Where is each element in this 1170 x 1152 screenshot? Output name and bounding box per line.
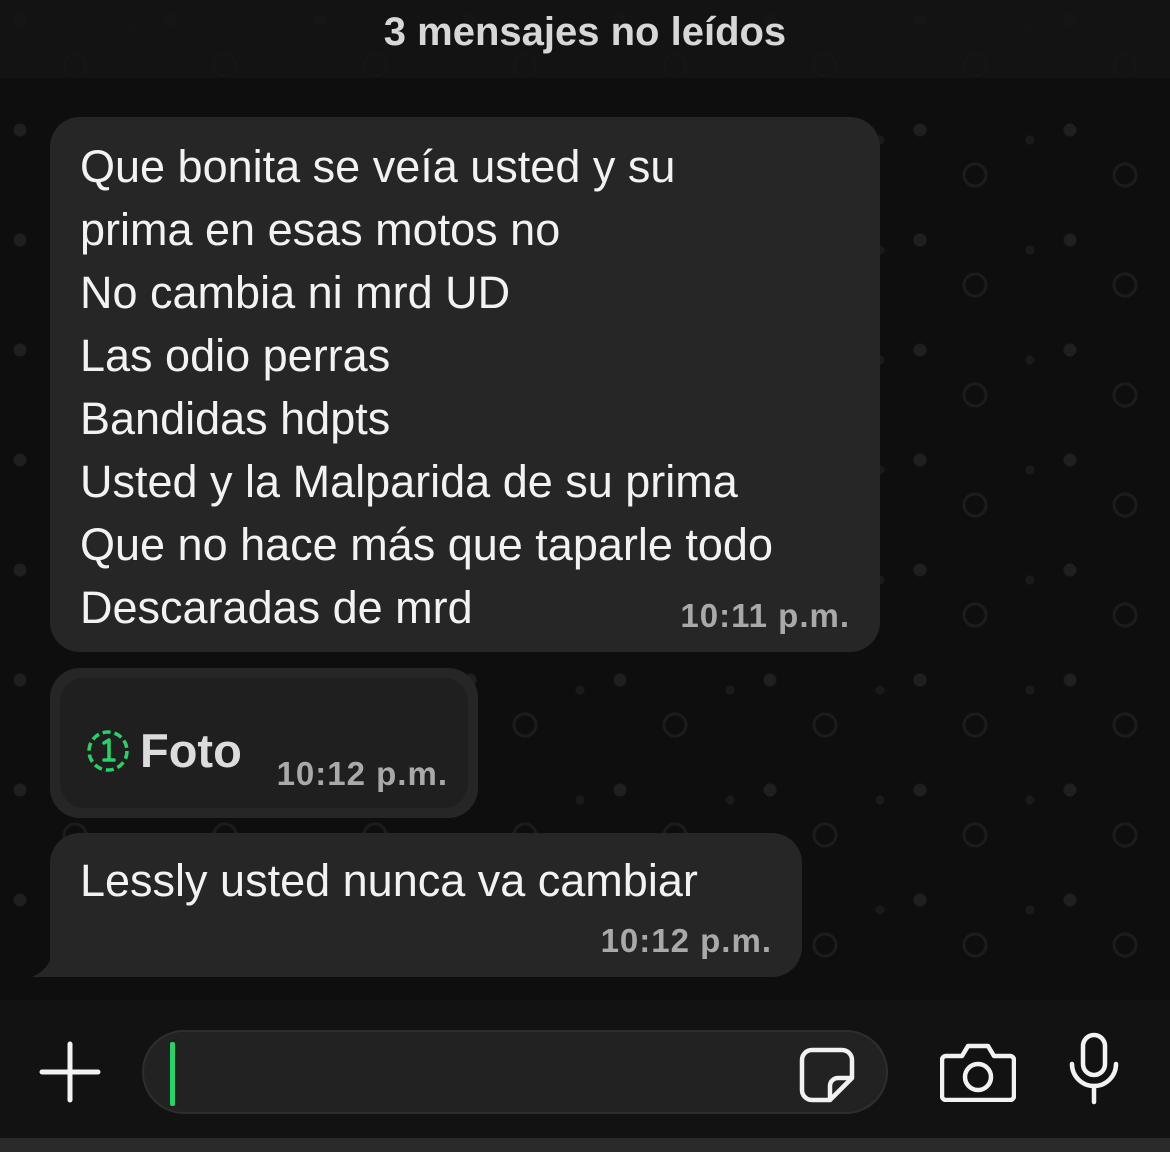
chat-area: 3 mensajes no leídos Que bonita se veía …	[0, 0, 1170, 1000]
message-time: 10:11 p.m.	[680, 597, 850, 634]
plus-icon[interactable]	[38, 1040, 102, 1104]
photo-label: Foto	[140, 724, 242, 777]
message-text: Que bonita se veía usted y su prima en e…	[80, 141, 773, 633]
message-time: 10:12 p.m.	[600, 922, 772, 959]
message-bubble[interactable]: Que bonita se veía usted y su prima en e…	[50, 117, 880, 652]
sticker-icon[interactable]	[798, 1046, 856, 1104]
message-time: 10:12 p.m.	[276, 755, 448, 792]
view-once-photo-frame[interactable]: Foto 10:12 p.m.	[60, 678, 468, 808]
message-bubble[interactable]: Lessly usted nunca va cambiar 10:12 p.m.	[50, 833, 802, 977]
unread-messages-banner: 3 mensajes no leídos	[0, 0, 1170, 78]
message-text: Lessly usted nunca va cambiar	[80, 855, 698, 906]
message-input[interactable]	[142, 1030, 888, 1114]
camera-icon[interactable]	[940, 1042, 1016, 1102]
view-once-photo-bubble[interactable]: Foto 10:12 p.m.	[50, 668, 478, 818]
bottom-edge	[0, 1138, 1170, 1152]
microphone-icon[interactable]	[1066, 1032, 1122, 1106]
unread-banner-text: 3 mensajes no leídos	[383, 10, 787, 54]
view-once-icon	[87, 730, 129, 772]
text-caret	[170, 1042, 175, 1106]
